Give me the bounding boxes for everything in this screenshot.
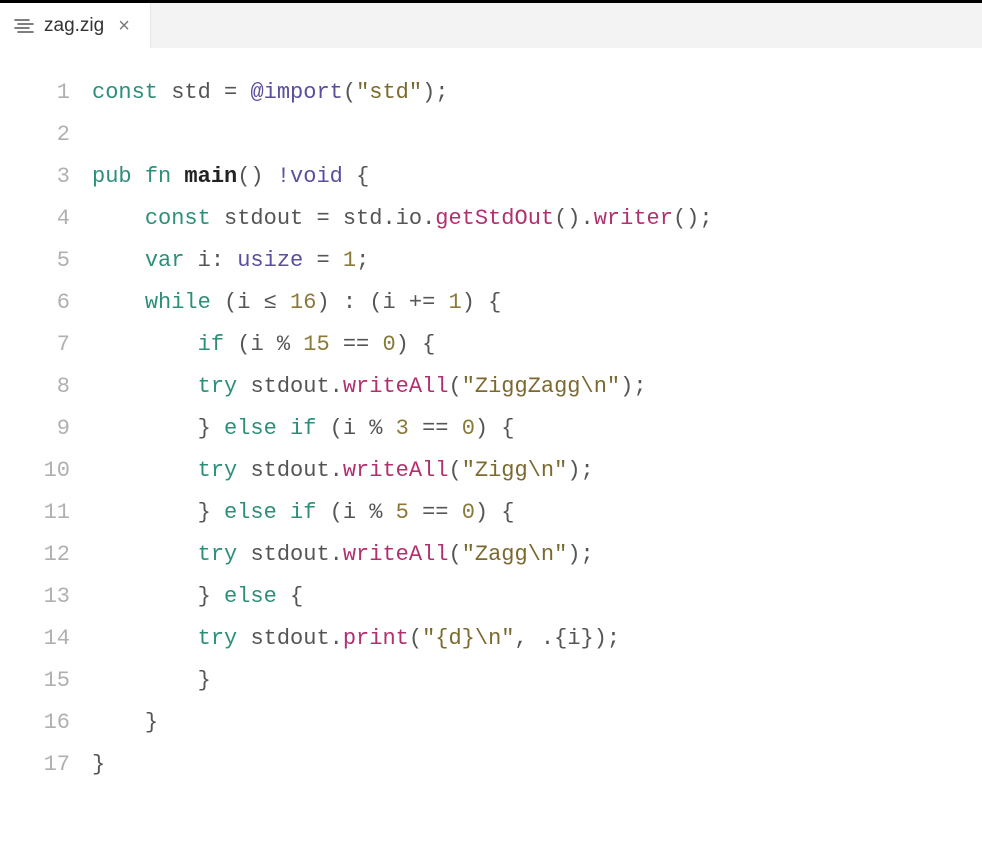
- line-number: 10: [0, 450, 92, 492]
- code-line: 8 try stdout.writeAll("ZiggZagg\n");: [0, 366, 982, 408]
- line-number: 17: [0, 744, 92, 786]
- line-number: 4: [0, 198, 92, 240]
- close-icon[interactable]: ×: [114, 14, 134, 38]
- line-number: 7: [0, 324, 92, 366]
- line-number: 12: [0, 534, 92, 576]
- line-number: 1: [0, 72, 92, 114]
- line-number: 16: [0, 702, 92, 744]
- code-content: }: [92, 702, 982, 744]
- code-content: [92, 114, 982, 156]
- tab-bar: zag.zig ×: [0, 0, 982, 48]
- code-line: 17 }: [0, 744, 982, 786]
- line-number: 8: [0, 366, 92, 408]
- line-number: 9: [0, 408, 92, 450]
- code-content: }: [92, 744, 982, 786]
- line-number: 11: [0, 492, 92, 534]
- line-number: 15: [0, 660, 92, 702]
- line-number: 13: [0, 576, 92, 618]
- code-content: try stdout.writeAll("ZiggZagg\n");: [92, 366, 982, 408]
- code-line: 1 const std = @import("std");: [0, 72, 982, 114]
- code-line: 6 while (i ≤ 16) : (i += 1) {: [0, 282, 982, 324]
- line-number: 2: [0, 114, 92, 156]
- code-content: try stdout.writeAll("Zagg\n");: [92, 534, 982, 576]
- line-number: 3: [0, 156, 92, 198]
- code-content: var i: usize = 1;: [92, 240, 982, 282]
- code-content: const stdout = std.io.getStdOut().writer…: [92, 198, 982, 240]
- code-line: 15 }: [0, 660, 982, 702]
- code-line: 4 const stdout = std.io.getStdOut().writ…: [0, 198, 982, 240]
- line-number: 6: [0, 282, 92, 324]
- editor-tab[interactable]: zag.zig ×: [0, 3, 151, 48]
- code-content: pub fn main() !void {: [92, 156, 982, 198]
- line-number: 5: [0, 240, 92, 282]
- code-line: 12 try stdout.writeAll("Zagg\n");: [0, 534, 982, 576]
- code-line: 10 try stdout.writeAll("Zigg\n");: [0, 450, 982, 492]
- code-line: 2: [0, 114, 982, 156]
- code-content: } else if (i % 3 == 0) {: [92, 408, 982, 450]
- file-icon: [14, 17, 34, 35]
- code-content: try stdout.print("{d}\n", .{i});: [92, 618, 982, 660]
- code-content: }: [92, 660, 982, 702]
- code-line: 7 if (i % 15 == 0) {: [0, 324, 982, 366]
- code-content: } else {: [92, 576, 982, 618]
- code-line: 5 var i: usize = 1;: [0, 240, 982, 282]
- code-line: 3 pub fn main() !void {: [0, 156, 982, 198]
- code-content: if (i % 15 == 0) {: [92, 324, 982, 366]
- code-line: 13 } else {: [0, 576, 982, 618]
- code-editor[interactable]: 1 const std = @import("std"); 2 3 pub fn…: [0, 48, 982, 786]
- code-content: } else if (i % 5 == 0) {: [92, 492, 982, 534]
- tab-filename: zag.zig: [44, 15, 104, 37]
- code-line: 14 try stdout.print("{d}\n", .{i});: [0, 618, 982, 660]
- code-content: try stdout.writeAll("Zigg\n");: [92, 450, 982, 492]
- code-line: 16 }: [0, 702, 982, 744]
- code-line: 11 } else if (i % 5 == 0) {: [0, 492, 982, 534]
- code-content: while (i ≤ 16) : (i += 1) {: [92, 282, 982, 324]
- code-line: 9 } else if (i % 3 == 0) {: [0, 408, 982, 450]
- code-content: const std = @import("std");: [92, 72, 982, 114]
- line-number: 14: [0, 618, 92, 660]
